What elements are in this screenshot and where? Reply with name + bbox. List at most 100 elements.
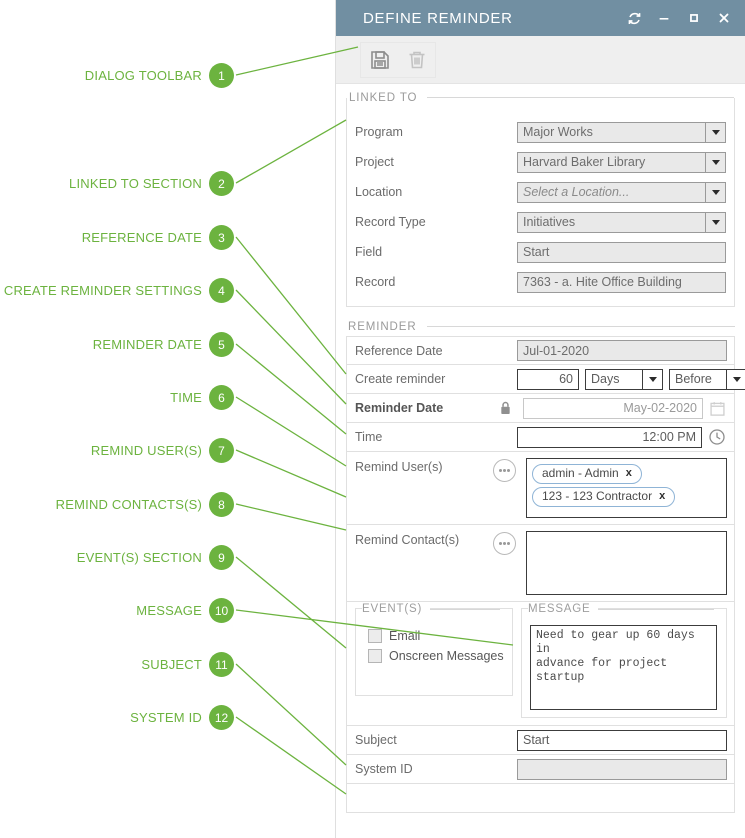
reminder-amount-input[interactable]: 60 [517,369,579,390]
reminder-unit-value: Days [585,369,642,390]
remind-contacts-chipbox[interactable] [526,531,727,595]
close-icon[interactable] [709,3,739,33]
annotation-badge: 6 [209,385,234,410]
reminder-direction-value: Before [669,369,726,390]
annotation-callout: EVENT(S) SECTION 9 [0,545,234,570]
chevron-down-icon[interactable] [705,212,726,233]
annotation-badge: 9 [209,545,234,570]
field-label: Record [355,275,517,289]
annotation-badge: 4 [209,278,234,303]
chevron-down-icon[interactable] [705,152,726,173]
field-value: Start [517,242,726,263]
linked-to-row: Record7363 - a. Hite Office Building [355,267,726,297]
field-label: Field [355,245,517,259]
field-label: Project [355,155,517,169]
annotation-label: REMIND USER(S) [91,443,202,458]
checkbox-label: Email [389,629,420,643]
field-combo[interactable]: Major Works [517,122,726,143]
field-combo[interactable]: Initiatives [517,212,726,233]
checkbox-label: Onscreen Messages [389,649,504,663]
dialog-toolbar [336,36,745,84]
reminder-date-row: Reminder Date May-02-2020 [346,394,735,423]
chip[interactable]: admin - Admin x [532,464,642,484]
annotation-callout: TIME6 [0,385,234,410]
annotation-label: LINKED TO SECTION [69,176,202,191]
field-value: Initiatives [517,212,705,233]
dialog-titlebar: DEFINE REMINDER [336,0,745,36]
create-reminder-row: Create reminder 60 Days Before [346,365,735,394]
checkbox[interactable] [368,629,382,643]
message-textarea[interactable]: Need to gear up 60 days in advance for p… [530,625,717,710]
lock-icon [495,398,515,418]
linked-to-row: ProjectHarvard Baker Library [355,147,726,177]
reminder-date-label: Reminder Date [355,401,517,415]
minimize-icon[interactable] [649,3,679,33]
refresh-icon[interactable] [619,3,649,33]
field-label: Location [355,185,517,199]
annotation-label: EVENT(S) SECTION [77,550,202,565]
linked-to-row: LocationSelect a Location... [355,177,726,207]
checkbox[interactable] [368,649,382,663]
clock-icon[interactable] [707,427,727,447]
remind-users-picker-button[interactable] [493,459,516,482]
chip[interactable]: 123 - 123 Contractor x [532,487,675,507]
chip-remove-icon[interactable]: x [659,489,665,504]
chevron-down-icon[interactable] [705,122,726,143]
field-combo[interactable]: Select a Location... [517,182,726,203]
reference-date-label: Reference Date [355,344,517,358]
annotation-callout: MESSAGE10 [0,598,234,623]
system-id-field [517,759,727,780]
annotation-badge: 5 [209,332,234,357]
linked-to-section: LINKED TO ProgramMajor WorksProjectHarva… [346,98,735,307]
event-checkbox-row[interactable]: Onscreen Messages [356,649,512,663]
subject-input[interactable]: Start [517,730,727,751]
annotation-callout: REMIND CONTACTS(S)8 [0,492,234,517]
remind-contacts-row: Remind Contact(s) [346,525,735,602]
chip-remove-icon[interactable]: x [626,466,632,481]
annotation-badge: 8 [209,492,234,517]
dialog-body: LINKED TO ProgramMajor WorksProjectHarva… [336,84,745,838]
dialog-bottom-filler [346,784,735,813]
time-field[interactable]: 12:00 PM [517,427,702,448]
chip-label: 123 - 123 Contractor [542,489,652,504]
system-id-row: System ID [346,755,735,784]
remind-contacts-picker-button[interactable] [493,532,516,555]
annotation-callout: LINKED TO SECTION2 [0,171,234,196]
annotation-label: MESSAGE [136,603,202,618]
chevron-down-icon[interactable] [642,369,663,390]
events-message-panels: EVENT(S) EmailOnscreen Messages MESSAGE … [346,602,735,726]
delete-button[interactable] [398,43,435,77]
annotation-callout: CREATE REMINDER SETTINGS 4 [0,278,234,303]
annotation-callout: SUBJECT11 [0,652,234,677]
subject-label: Subject [355,733,517,747]
reference-date-field: Jul-01-2020 [517,340,727,361]
field-value: Harvard Baker Library [517,152,705,173]
field-value: Major Works [517,122,705,143]
remind-users-chipbox[interactable]: admin - Admin x 123 - 123 Contractor x [526,458,727,518]
field-label: Record Type [355,215,517,229]
event-checkbox-row[interactable]: Email [356,629,512,643]
chevron-down-icon[interactable] [726,369,745,390]
chevron-down-icon[interactable] [705,182,726,203]
time-row: Time 12:00 PM [346,423,735,452]
reminder-direction-combo[interactable]: Before [669,369,745,390]
save-button[interactable] [361,43,398,77]
field-combo[interactable]: Harvard Baker Library [517,152,726,173]
calendar-icon[interactable] [707,398,727,418]
annotation-label: SUBJECT [141,657,202,672]
field-value: 7363 - a. Hite Office Building [517,272,726,293]
chip-label: admin - Admin [542,466,619,481]
define-reminder-dialog: DEFINE REMINDER [335,0,745,838]
create-reminder-label: Create reminder [355,372,517,386]
reminder-unit-combo[interactable]: Days [585,369,663,390]
reference-date-row: Reference Date Jul-01-2020 [346,336,735,365]
reminder-legend: REMINDER [348,321,427,333]
field-value: Select a Location... [517,182,705,203]
system-id-label: System ID [355,762,517,776]
dialog-title: DEFINE REMINDER [363,10,619,27]
annotation-callout: SYSTEM ID12 [0,705,234,730]
maximize-icon[interactable] [679,3,709,33]
events-legend: EVENT(S) [362,603,430,615]
annotation-label: CREATE REMINDER SETTINGS [4,283,202,298]
annotation-label: REMINDER DATE [93,337,202,352]
